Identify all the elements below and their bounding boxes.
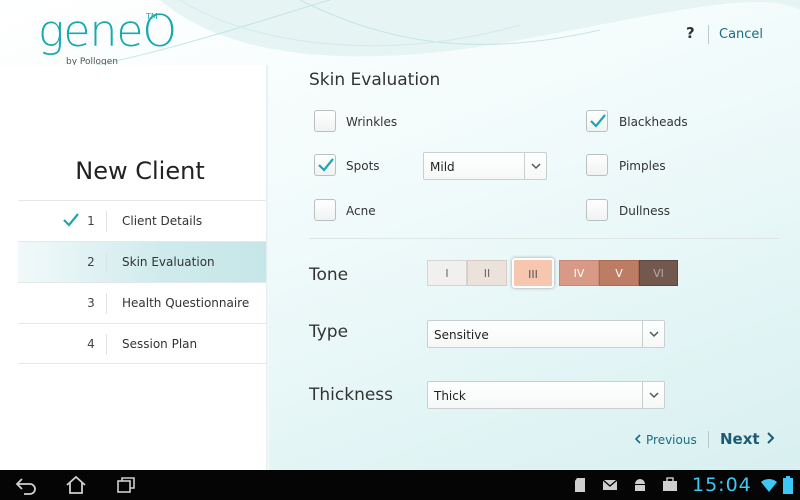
step-number: 4 (87, 337, 95, 351)
chevron-down-icon (531, 163, 541, 170)
sidebar-edge (266, 65, 269, 470)
previous-button[interactable]: Previous (634, 433, 697, 447)
acne-checkbox[interactable] (314, 199, 336, 221)
mail-icon (602, 479, 618, 490)
thickness-select[interactable]: Thick (427, 381, 665, 409)
geneo-logo: geneO TM by Pollogen (38, 10, 177, 70)
dropdown-button[interactable] (642, 321, 664, 347)
pimples-label: Pimples (619, 159, 666, 173)
type-label: Type (309, 322, 349, 342)
spots-severity-select[interactable]: Mild (423, 152, 547, 180)
step-separator (106, 293, 107, 314)
spots-label: Spots (346, 159, 380, 173)
chevron-down-icon (649, 331, 659, 338)
nav-divider (708, 431, 709, 448)
step-separator (106, 211, 107, 232)
chevron-right-icon (766, 432, 774, 444)
checkmark-icon (590, 114, 606, 128)
header-divider (708, 25, 709, 44)
dullness-checkbox[interactable] (586, 199, 608, 221)
help-button[interactable]: ? (686, 24, 695, 42)
checkmark-icon (63, 213, 79, 227)
thickness-label: Thickness (309, 385, 394, 405)
system-bar (0, 470, 800, 500)
chevron-down-icon (649, 392, 659, 399)
step-label: Health Questionnaire (122, 296, 250, 310)
next-label: Next (720, 430, 760, 448)
select-value: Sensitive (434, 328, 489, 342)
tone-option-5[interactable]: V (599, 260, 639, 286)
wrinkles-checkbox[interactable] (314, 110, 336, 132)
dropdown-button[interactable] (524, 153, 546, 179)
checkmark-icon (318, 158, 334, 172)
tone-option-1[interactable]: I (427, 260, 467, 286)
wifi-icon (761, 478, 777, 492)
step-label: Skin Evaluation (122, 255, 215, 269)
section-title: Skin Evaluation (309, 70, 441, 90)
next-button[interactable]: Next (720, 430, 776, 448)
step-client-details[interactable]: 1 Client Details (18, 200, 266, 241)
select-value: Thick (434, 389, 466, 403)
dullness-label: Dullness (619, 204, 671, 218)
select-value: Mild (430, 160, 455, 174)
briefcase-icon (663, 477, 677, 491)
step-number: 2 (87, 255, 95, 269)
tone-option-6[interactable]: VI (639, 260, 678, 286)
step-separator (106, 334, 107, 355)
recent-apps-icon[interactable] (114, 475, 138, 495)
step-label: Client Details (122, 214, 203, 228)
wizard-steps: 1 Client Details 2 Skin Evaluation 3 Hea… (18, 200, 266, 364)
dropdown-button[interactable] (642, 382, 664, 408)
sd-card-icon (575, 478, 585, 492)
cancel-button[interactable]: Cancel (719, 27, 763, 42)
android-icon (635, 479, 645, 491)
step-separator (106, 252, 107, 273)
tone-option-2[interactable]: II (467, 260, 507, 286)
logo-trademark: TM (146, 12, 158, 21)
battery-icon (783, 476, 793, 494)
status-clock: 15:04 (692, 474, 752, 496)
blackheads-label: Blackheads (619, 115, 688, 129)
step-session-plan[interactable]: 4 Session Plan (18, 323, 266, 364)
step-number: 3 (87, 296, 95, 310)
step-skin-evaluation[interactable]: 2 Skin Evaluation (18, 241, 266, 282)
blackheads-checkbox[interactable] (586, 110, 608, 132)
acne-label: Acne (346, 204, 376, 218)
tone-option-3-selected[interactable]: III (512, 258, 554, 288)
wrinkles-label: Wrinkles (346, 115, 398, 129)
spots-checkbox[interactable] (314, 154, 336, 176)
step-health-questionnaire[interactable]: 3 Health Questionnaire (18, 282, 266, 323)
back-icon[interactable] (14, 475, 38, 495)
previous-label: Previous (646, 433, 697, 447)
chevron-left-icon (634, 434, 641, 444)
home-icon[interactable] (64, 475, 88, 495)
pimples-checkbox[interactable] (586, 154, 608, 176)
sidebar-title: New Client (75, 157, 205, 185)
step-label: Session Plan (122, 337, 198, 351)
type-select[interactable]: Sensitive (427, 320, 665, 348)
tone-label: Tone (309, 265, 349, 285)
step-number: 1 (87, 214, 95, 228)
tone-option-4[interactable]: IV (559, 260, 599, 286)
section-divider (309, 238, 779, 239)
